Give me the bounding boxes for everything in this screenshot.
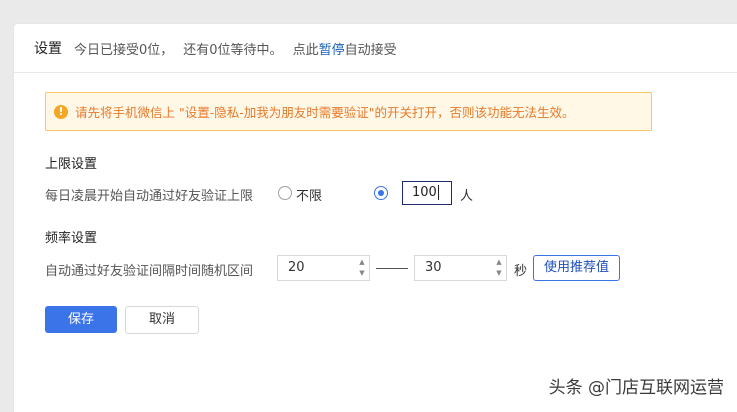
radio-unlimited[interactable]	[278, 186, 292, 200]
chevron-up-icon[interactable]: ▲	[496, 258, 501, 267]
frequency-label: 自动通过好友验证间隔时间随机区间	[45, 264, 254, 279]
warning-icon: !	[54, 104, 68, 119]
limit-input-value: 100	[412, 185, 437, 200]
pause-prefix: 点此	[292, 42, 319, 58]
alert-text: 请先将手机微信上 "设置-隐私-加我为朋友时需要验证"的开关打开，否则该功能无法…	[75, 105, 575, 120]
pause-link[interactable]: 暂停	[319, 39, 345, 58]
status-waiting: 还有0位等待中。	[183, 42, 283, 58]
interval-min-input[interactable]: 20 ▲ ▼	[277, 255, 370, 281]
interval-max-input[interactable]: 30 ▲ ▼	[414, 255, 507, 281]
radio-custom-limit[interactable]	[374, 186, 388, 200]
verification-alert: ! 请先将手机微信上 "设置-隐私-加我为朋友时需要验证"的开关打开，否则该功能…	[45, 92, 652, 131]
limit-section-title: 上限设置	[45, 157, 98, 172]
page-title: 设置	[34, 41, 62, 57]
status-received: 今日已接受0位，	[74, 42, 174, 58]
use-recommended-button[interactable]: 使用推荐值	[533, 255, 620, 281]
settings-header: 设置 今日已接受0位， 还有0位等待中。 点此 暂停 自动接受	[14, 24, 737, 73]
limit-label: 每日凌晨开始自动通过好友验证上限	[45, 189, 254, 204]
pause-suffix: 自动接受	[344, 42, 397, 58]
chevron-up-icon[interactable]: ▲	[359, 258, 364, 267]
save-button[interactable]: 保存	[45, 306, 117, 333]
limit-unit: 人	[460, 189, 474, 204]
interval-min-stepper[interactable]: ▲ ▼	[356, 258, 368, 278]
interval-max-value: 30	[425, 260, 442, 275]
interval-max-stepper[interactable]: ▲ ▼	[493, 258, 505, 278]
cancel-button[interactable]: 取消	[125, 306, 199, 334]
chevron-down-icon[interactable]: ▼	[496, 269, 501, 278]
frequency-section-title: 频率设置	[45, 231, 98, 246]
settings-card: 设置 今日已接受0位， 还有0位等待中。 点此 暂停 自动接受 ! 请先将手机微…	[14, 24, 737, 412]
range-separator	[376, 268, 408, 269]
radio-unlimited-label: 不限	[296, 189, 323, 204]
chevron-down-icon[interactable]: ▼	[359, 269, 364, 278]
interval-min-value: 20	[288, 260, 305, 275]
interval-unit: 秒	[514, 264, 528, 279]
limit-input[interactable]: 100	[402, 181, 452, 205]
watermark: 头条 @门店互联网运营	[548, 378, 724, 398]
